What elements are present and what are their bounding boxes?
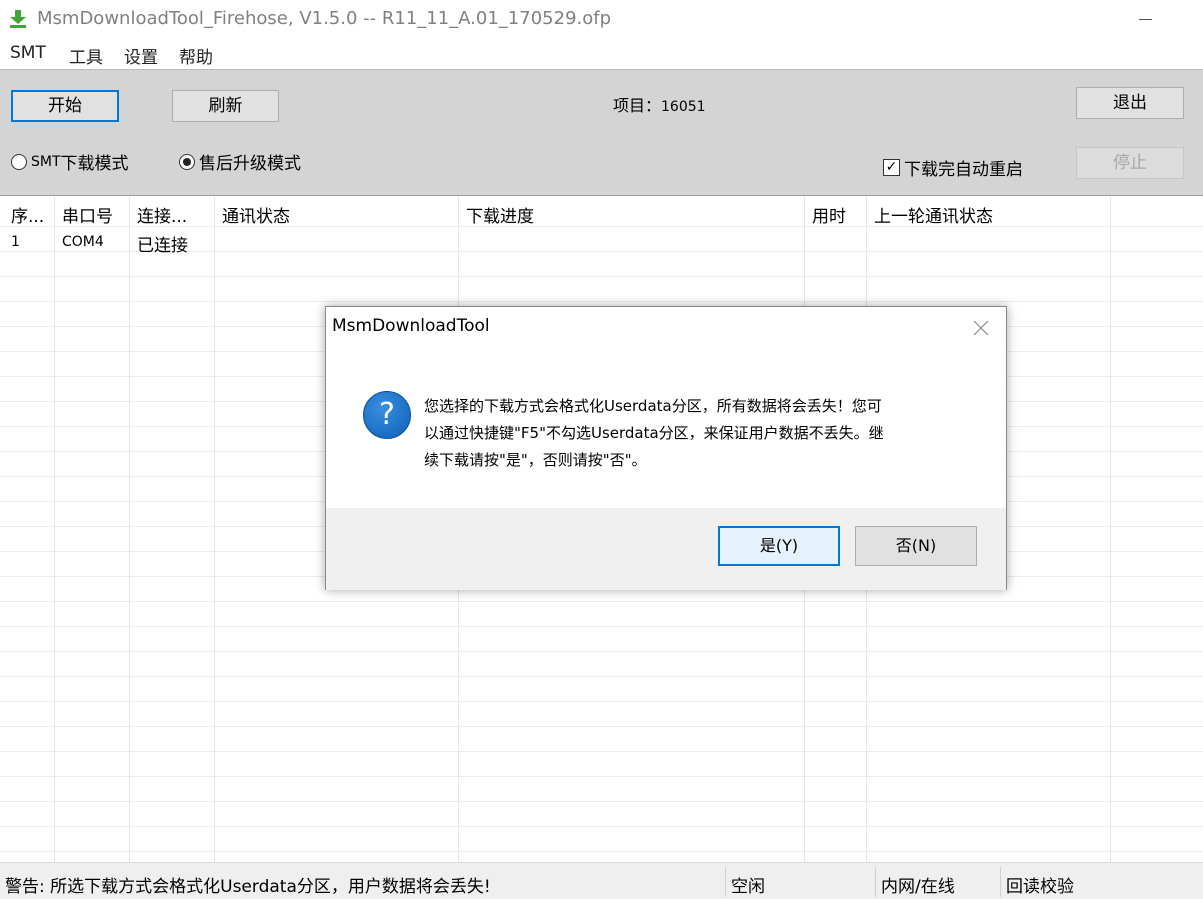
radio-circle-aftersales[interactable] — [179, 153, 195, 170]
window-title: MsmDownloadTool_Firehose, V1.5.0 -- R11_… — [37, 8, 612, 29]
column-header-last-status[interactable]: 上一轮通讯状态 — [874, 202, 993, 227]
radio-circle-smt[interactable] — [11, 153, 27, 170]
main-window: MsmDownloadTool_Firehose, V1.5.0 -- R11_… — [0, 0, 1203, 899]
dialog-title: MsmDownloadTool — [332, 316, 490, 336]
dialog-message: 您选择的下载方式会格式化Userdata分区，所有数据将会丢失！您可 以通过快捷… — [424, 393, 964, 474]
title-bar: MsmDownloadTool_Firehose, V1.5.0 -- R11_… — [0, 0, 1203, 38]
confirm-dialog: MsmDownloadTool ? 您选择的下载方式会格式化Userdata分区… — [325, 306, 1007, 590]
column-header-connection[interactable]: 连接... — [137, 202, 187, 227]
row-connection[interactable]: 已连接 — [137, 231, 188, 256]
minimize-button[interactable] — [1130, 0, 1160, 38]
status-warning: 警告: 所选下载方式会格式化Userdata分区，用户数据将会丢失! — [5, 877, 491, 897]
dialog-message-line: 以通过快捷键"F5"不勾选Userdata分区，来保证用户数据不丢失。继 — [424, 424, 884, 442]
toolbar: 开始 刷新 项目：16051 退出 SMT 下载模式 售后升级模式 ✓ 下载完自动… — [0, 69, 1203, 196]
dialog-footer: 是(Y) 否(N) — [326, 508, 1006, 590]
row-index[interactable]: 1 — [11, 234, 20, 250]
status-bar: 警告: 所选下载方式会格式化Userdata分区，用户数据将会丢失! 空闲 内网… — [0, 862, 1203, 899]
column-header-progress[interactable]: 下载进度 — [466, 202, 534, 227]
auto-reboot-label: 下载完自动重启 — [904, 160, 1023, 180]
no-button[interactable]: 否(N) — [855, 526, 977, 566]
status-state: 空闲 — [731, 877, 765, 897]
menu-smt[interactable]: SMT — [10, 43, 46, 63]
column-header-time[interactable]: 用时 — [812, 202, 846, 227]
smt-mode-prefix: SMT — [31, 153, 61, 170]
column-header-index[interactable]: 序... — [11, 202, 44, 227]
close-icon[interactable] — [966, 313, 996, 343]
dialog-message-line: 续下载请按"是"，否则请按"否"。 — [424, 451, 647, 469]
auto-reboot-checkbox[interactable]: ✓ 下载完自动重启 — [883, 155, 1023, 180]
stop-button[interactable]: 停止 — [1076, 147, 1184, 179]
aftersales-mode-label: 售后升级模式 — [199, 154, 301, 174]
checkmark-icon[interactable]: ✓ — [883, 159, 900, 176]
menu-help[interactable]: 帮助 — [179, 43, 213, 68]
refresh-button[interactable]: 刷新 — [172, 90, 279, 122]
project-label: 项目： — [613, 96, 662, 115]
menu-tools[interactable]: 工具 — [69, 43, 103, 68]
row-port[interactable]: COM4 — [62, 234, 104, 250]
dialog-message-line: 您选择的下载方式会格式化Userdata分区，所有数据将会丢失！您可 — [424, 397, 882, 415]
exit-button[interactable]: 退出 — [1076, 87, 1184, 119]
project-value: 16051 — [661, 99, 706, 115]
yes-button[interactable]: 是(Y) — [718, 526, 840, 566]
smt-mode-label: 下载模式 — [60, 154, 129, 174]
radio-aftersales-mode[interactable]: 售后升级模式 — [179, 149, 301, 174]
column-header-comm-status[interactable]: 通讯状态 — [222, 202, 290, 227]
column-header-port[interactable]: 串口号 — [62, 202, 113, 227]
menu-bar: SMT 工具 设置 帮助 — [0, 38, 1203, 69]
download-icon — [10, 10, 26, 28]
status-verify: 回读校验 — [1006, 877, 1074, 897]
project-display: 项目：16051 — [613, 92, 706, 116]
menu-settings[interactable]: 设置 — [124, 43, 158, 68]
status-network: 内网/在线 — [881, 877, 955, 897]
radio-smt-mode[interactable]: SMT 下载模式 — [11, 149, 129, 174]
question-icon: ? — [363, 391, 411, 439]
start-button[interactable]: 开始 — [11, 90, 119, 122]
